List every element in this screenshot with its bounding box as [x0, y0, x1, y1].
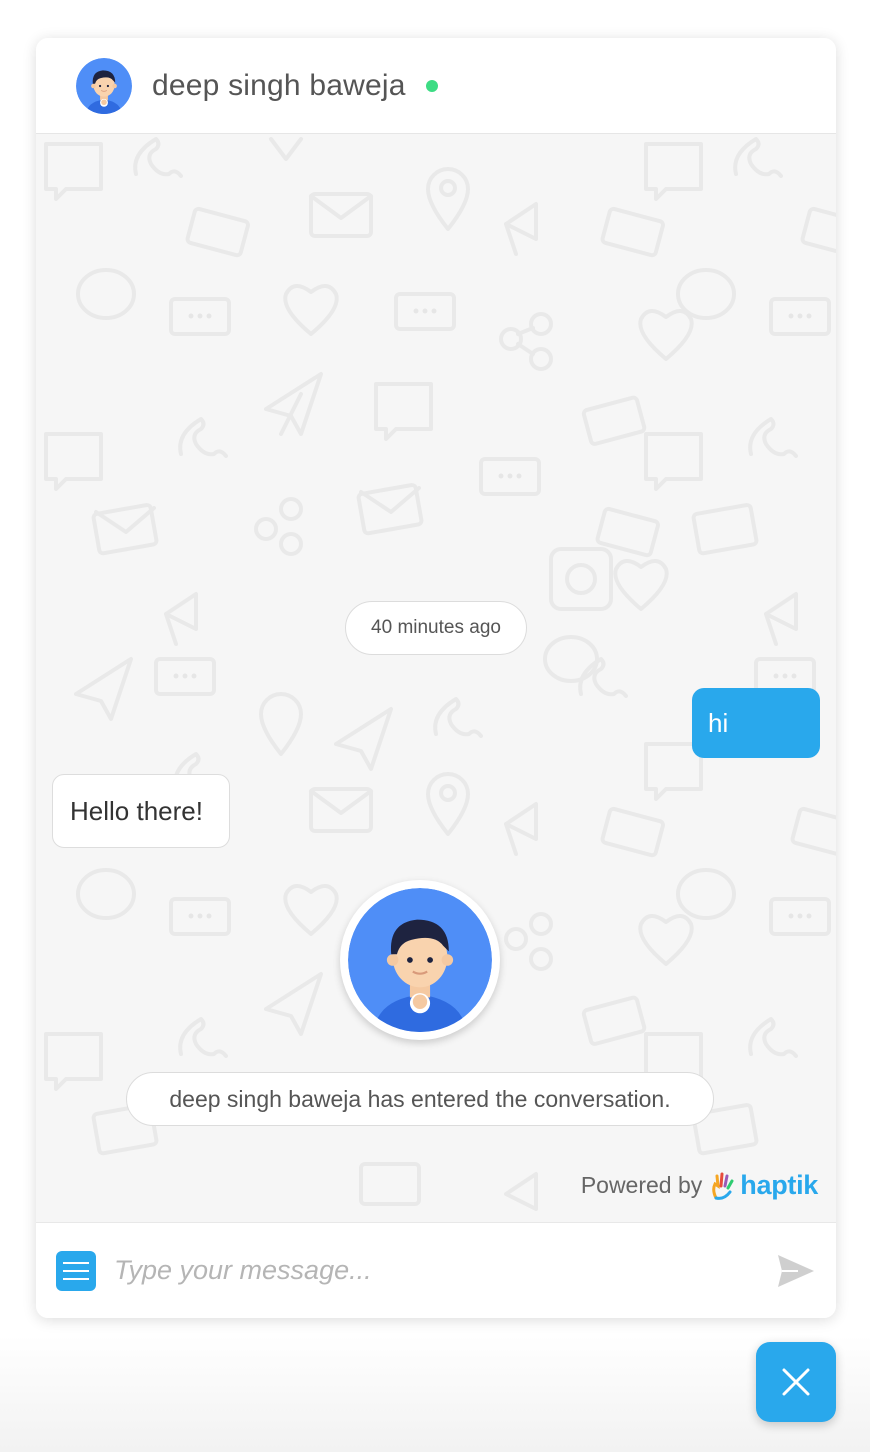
- chat-widget: deep singh baweja 40 minutes ago hi Hell…: [36, 38, 836, 1318]
- haptik-hand-icon: [712, 1172, 734, 1200]
- agent-avatar-icon: [348, 888, 492, 1032]
- send-icon[interactable]: [776, 1253, 816, 1289]
- agent-avatar-small: [76, 57, 132, 114]
- agent-message-bubble: Hello there!: [52, 774, 230, 848]
- powered-by-label: Powered by: [580, 1172, 703, 1198]
- close-chat-button[interactable]: [756, 1342, 836, 1422]
- online-status-indicator: [425, 79, 438, 92]
- message-input[interactable]: [114, 1245, 734, 1296]
- close-icon: [782, 1368, 810, 1396]
- menu-button[interactable]: [56, 1250, 96, 1291]
- user-message-bubble: hi: [692, 688, 820, 758]
- timestamp-pill: 40 minutes ago: [345, 601, 527, 655]
- chat-header: deep singh baweja: [36, 38, 836, 134]
- agent-avatar-large: [340, 880, 500, 1040]
- agent-avatar-icon: [76, 57, 132, 114]
- background-pattern: [44, 137, 836, 1211]
- haptik-brand: haptik: [740, 1170, 818, 1200]
- menu-icon: [63, 1261, 89, 1280]
- powered-by[interactable]: Powered by haptik: [581, 1170, 818, 1201]
- chat-area[interactable]: 40 minutes ago hi Hello there! deep sing…: [36, 134, 836, 1222]
- system-message-pill: deep singh baweja has entered the conver…: [126, 1072, 714, 1126]
- agent-name: deep singh baweja: [152, 68, 406, 102]
- message-composer: [36, 1222, 836, 1318]
